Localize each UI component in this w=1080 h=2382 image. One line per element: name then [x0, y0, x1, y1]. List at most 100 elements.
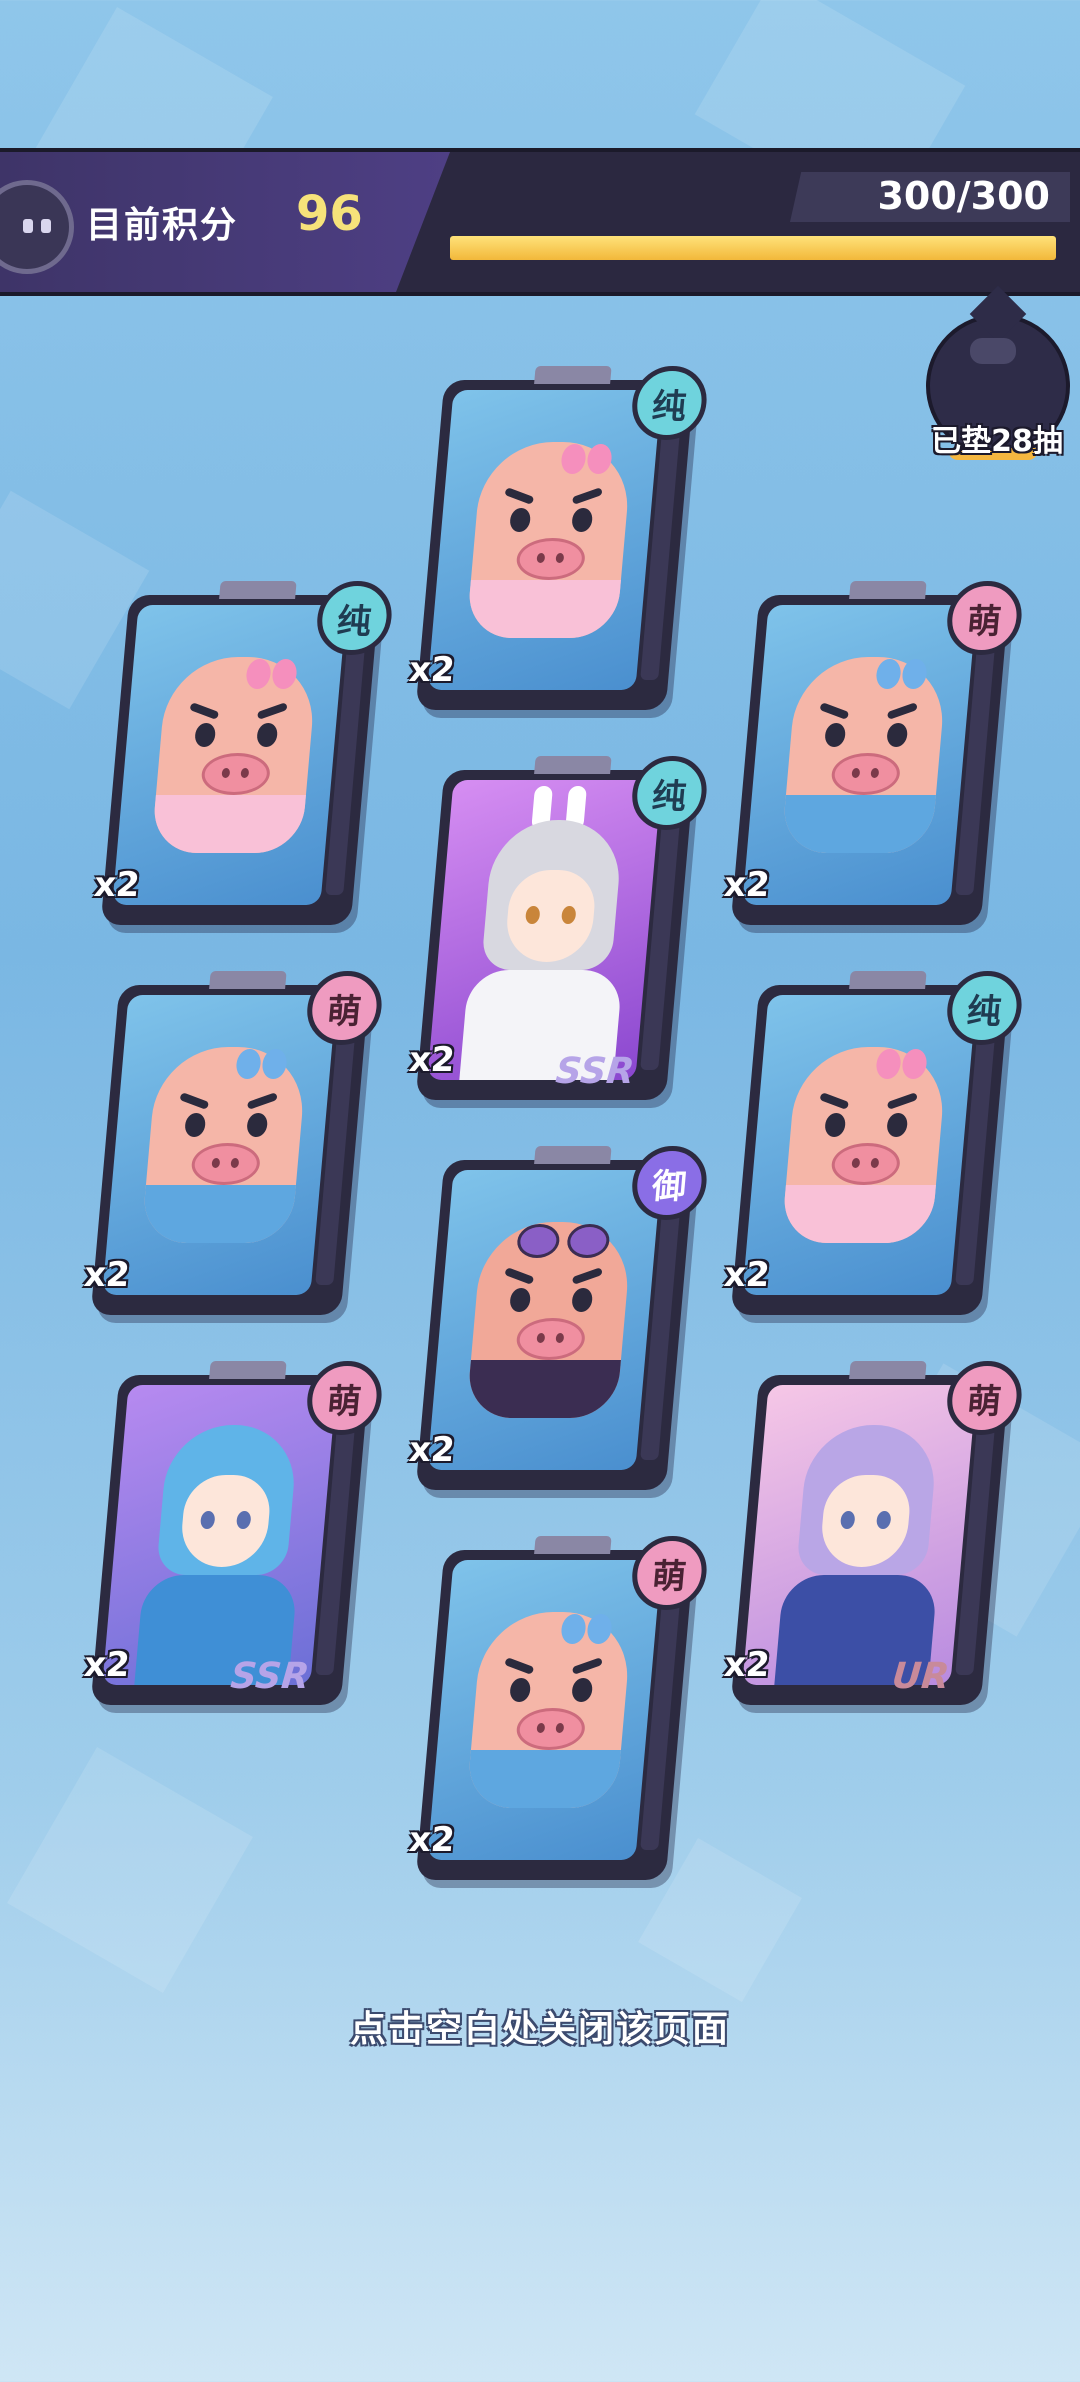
reward-card[interactable]: x2 纯: [407, 366, 710, 710]
sunglasses-icon: [516, 1224, 608, 1252]
pig-eye: [509, 1678, 532, 1702]
bow-icon: [875, 659, 928, 689]
pig-mascot: [150, 657, 319, 853]
pig-eye: [571, 508, 594, 532]
pig-eye: [509, 508, 532, 532]
score-label: 目前积分: [86, 205, 239, 246]
character-portrait: [451, 820, 644, 1080]
character-eye: [839, 1511, 856, 1529]
card-count: x2: [722, 865, 772, 905]
reward-card[interactable]: x2 御: [407, 1146, 710, 1490]
bow-icon: [235, 1049, 288, 1079]
card-type-tag: 纯: [944, 971, 1025, 1045]
pity-badge[interactable]: 已垫28抽: [920, 298, 1070, 470]
card-art: [427, 1560, 662, 1860]
reward-card[interactable]: x2 纯: [92, 581, 395, 925]
card-count: x2: [82, 1255, 132, 1295]
card-frame: x2 萌: [82, 971, 385, 1315]
progress-text: 300/300: [877, 174, 1050, 218]
pig-snout: [189, 1143, 262, 1185]
pig-eye: [184, 1113, 207, 1137]
card-art: [102, 995, 337, 1295]
card-count: x2: [407, 1040, 457, 1080]
pig-eye: [571, 1678, 594, 1702]
card-count: x2: [407, 1820, 457, 1860]
pig-brow: [886, 702, 918, 720]
progress-fill: [450, 236, 1056, 260]
card-frame: x2 萌: [722, 581, 1025, 925]
card-clip: [219, 581, 297, 599]
card-type-tag: 萌: [304, 1361, 385, 1435]
score-value: 96: [296, 186, 363, 242]
card-clip: [849, 581, 927, 599]
reward-card[interactable]: x2 UR 萌: [722, 1361, 1025, 1705]
card-art: [742, 1385, 977, 1685]
card-type-tag: 萌: [304, 971, 385, 1045]
pig-eye: [886, 723, 909, 747]
card-rarity: UR: [890, 1656, 951, 1697]
character-portrait: [126, 1425, 319, 1685]
card-art: [427, 1170, 662, 1470]
card-art: [112, 605, 347, 905]
card-art: [102, 1385, 337, 1685]
card-art: [427, 390, 662, 690]
pig-eye: [824, 723, 847, 747]
pig-brow: [178, 1092, 210, 1110]
card-type-tag: 纯: [314, 581, 395, 655]
pig-eye: [246, 1113, 269, 1137]
bow-icon: [875, 1049, 928, 1079]
character-eye: [199, 1511, 216, 1529]
reward-card[interactable]: x2 SSR 纯: [407, 756, 710, 1100]
pig-eye: [509, 1288, 532, 1312]
card-clip: [849, 1361, 927, 1379]
pig-mascot: [780, 1047, 949, 1243]
card-type-tag: 纯: [629, 756, 710, 830]
card-count: x2: [722, 1255, 772, 1295]
card-art: [742, 605, 977, 905]
pig-mascot: [780, 657, 949, 853]
pig-snout: [514, 538, 587, 580]
card-frame: x2 纯: [722, 971, 1025, 1315]
character-eye: [235, 1511, 252, 1529]
card-type-tag: 御: [629, 1146, 710, 1220]
character-eye: [875, 1511, 892, 1529]
card-frame: x2 萌: [407, 1536, 710, 1880]
progress-bar: [450, 236, 1056, 260]
card-count: x2: [722, 1645, 772, 1685]
card-frame: x2 纯: [92, 581, 395, 925]
pig-brow: [188, 702, 220, 720]
pig-eye: [256, 723, 279, 747]
pig-eye: [824, 1113, 847, 1137]
card-frame: x2 SSR 纯: [407, 756, 710, 1100]
card-frame: x2 SSR 萌: [82, 1361, 385, 1705]
reward-card[interactable]: x2 萌: [722, 581, 1025, 925]
score-bar: 目前积分 96 300/300: [0, 148, 1080, 296]
reward-card[interactable]: x2 萌: [82, 971, 385, 1315]
pig-brow: [818, 702, 850, 720]
card-type-tag: 萌: [629, 1536, 710, 1610]
pig-mascot: [140, 1047, 309, 1243]
pig-mascot: [465, 1612, 634, 1808]
pig-snout: [514, 1708, 587, 1750]
pig-snout: [199, 753, 272, 795]
pig-snout: [829, 1143, 902, 1185]
card-type-tag: 萌: [944, 581, 1025, 655]
reward-card[interactable]: x2 萌: [407, 1536, 710, 1880]
pig-brow: [503, 1267, 535, 1285]
character-eye: [560, 906, 577, 924]
reward-card[interactable]: x2 SSR 萌: [82, 1361, 385, 1705]
reward-card[interactable]: x2 纯: [722, 971, 1025, 1315]
close-hint-text[interactable]: 点击空白处关闭该页面: [0, 2000, 1080, 2052]
card-rarity: SSR: [228, 1656, 311, 1697]
pig-brow: [246, 1092, 278, 1110]
card-count: x2: [82, 1645, 132, 1685]
card-clip: [849, 971, 927, 989]
card-art: [742, 995, 977, 1295]
card-frame: x2 UR 萌: [722, 1361, 1025, 1705]
pity-count-text: 已垫28抽: [931, 424, 1063, 459]
pig-brow: [818, 1092, 850, 1110]
card-clip: [209, 1361, 287, 1379]
card-clip: [209, 971, 287, 989]
card-count: x2: [92, 865, 142, 905]
bow-icon: [560, 1614, 613, 1644]
